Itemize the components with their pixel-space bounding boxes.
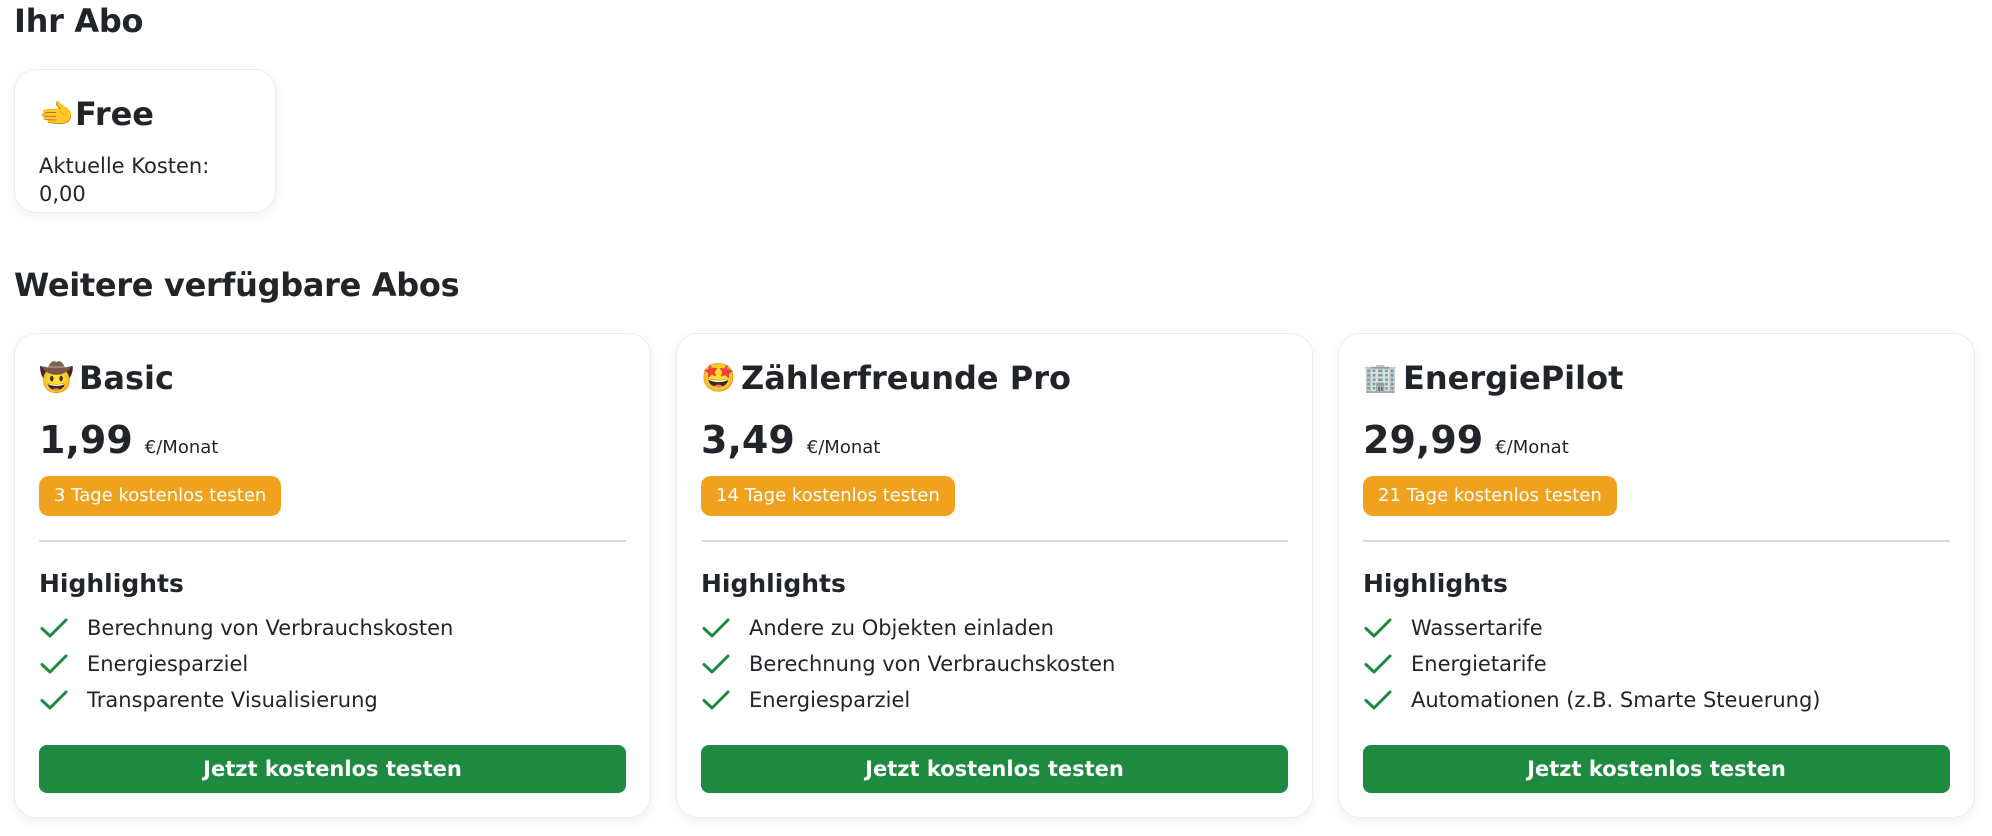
plan-card-energiepilot: 🏢 EnergiePilot 29,99 €/Monat 21 Tage kos… [1338, 333, 1975, 818]
plan-price: 1,99 [39, 418, 133, 462]
trial-badge: 21 Tage kostenlos testen [1363, 476, 1617, 516]
current-plan-card: 🫲 Free Aktuelle Kosten: 0,00 [14, 69, 276, 213]
plan-price: 3,49 [701, 418, 795, 462]
available-plans-heading: Weitere verfügbare Abos [14, 266, 460, 304]
feature-label: Wassertarife [1411, 616, 1543, 640]
feature-list: Berechnung von Verbrauchskosten Energies… [39, 610, 626, 718]
plan-card-pro: 🤩 Zählerfreunde Pro 3,49 €/Monat 14 Tage… [676, 333, 1313, 818]
plan-name-row: 🏢 EnergiePilot [1363, 358, 1950, 398]
price-row: 29,99 €/Monat [1363, 418, 1950, 462]
star-struck-emoji-icon: 🤩 [701, 361, 736, 394]
check-icon [1364, 618, 1392, 638]
check-icon [1364, 654, 1392, 674]
feature-item: Automationen (z.B. Smarte Steuerung) [1363, 682, 1950, 718]
feature-label: Transparente Visualisierung [87, 688, 378, 712]
hand-emoji-icon: 🫲 [39, 97, 74, 130]
feature-list: Andere zu Objekten einladen Berechnung v… [701, 610, 1288, 718]
try-free-button[interactable]: Jetzt kostenlos testen [1363, 745, 1950, 793]
current-plan-name: Free [75, 95, 154, 133]
check-icon [1364, 690, 1392, 710]
feature-item: Energiesparziel [701, 682, 1288, 718]
feature-label: Energietarife [1411, 652, 1547, 676]
try-free-button[interactable]: Jetzt kostenlos testen [39, 745, 626, 793]
feature-label: Energiesparziel [87, 652, 249, 676]
divider [39, 540, 626, 542]
cowboy-emoji-icon: 🤠 [39, 361, 74, 394]
plan-name-row: 🤠 Basic [39, 358, 626, 398]
highlights-heading: Highlights [701, 569, 846, 598]
feature-item: Energiesparziel [39, 646, 626, 682]
feature-item: Berechnung von Verbrauchskosten [701, 646, 1288, 682]
current-cost-text: Aktuelle Kosten: 0,00 [39, 154, 210, 206]
feature-label: Automationen (z.B. Smarte Steuerung) [1411, 688, 1821, 712]
highlights-heading: Highlights [1363, 569, 1508, 598]
feature-item: Energietarife [1363, 646, 1950, 682]
feature-item: Andere zu Objekten einladen [701, 610, 1288, 646]
feature-item: Wassertarife [1363, 610, 1950, 646]
feature-item: Transparente Visualisierung [39, 682, 626, 718]
divider [701, 540, 1288, 542]
plan-name: Zählerfreunde Pro [741, 359, 1071, 397]
divider [1363, 540, 1950, 542]
check-icon [702, 690, 730, 710]
current-plan-name-row: 🫲 Free [39, 94, 251, 134]
check-icon [40, 654, 68, 674]
try-free-button[interactable]: Jetzt kostenlos testen [701, 745, 1288, 793]
plan-name-row: 🤩 Zählerfreunde Pro [701, 358, 1288, 398]
plan-name: Basic [79, 359, 174, 397]
current-subscription-heading: Ihr Abo [14, 2, 144, 40]
trial-badge: 14 Tage kostenlos testen [701, 476, 955, 516]
price-unit: €/Monat [806, 437, 881, 458]
check-icon [40, 690, 68, 710]
feature-label: Andere zu Objekten einladen [749, 616, 1054, 640]
price-unit: €/Monat [1495, 437, 1569, 458]
check-icon [702, 654, 730, 674]
feature-label: Berechnung von Verbrauchskosten [87, 616, 454, 640]
highlights-heading: Highlights [39, 569, 184, 598]
feature-label: Berechnung von Verbrauchskosten [749, 652, 1116, 676]
feature-list: Wassertarife Energietarife Automationen … [1363, 610, 1950, 718]
check-icon [702, 618, 730, 638]
plan-price: 29,99 [1363, 418, 1484, 462]
feature-label: Energiesparziel [749, 688, 911, 712]
office-building-emoji-icon: 🏢 [1363, 361, 1398, 394]
plan-name: EnergiePilot [1403, 359, 1624, 397]
price-row: 1,99 €/Monat [39, 418, 626, 462]
plan-card-basic: 🤠 Basic 1,99 €/Monat 3 Tage kostenlos te… [14, 333, 651, 818]
price-row: 3,49 €/Monat [701, 418, 1288, 462]
check-icon [40, 618, 68, 638]
trial-badge: 3 Tage kostenlos testen [39, 476, 282, 516]
price-unit: €/Monat [144, 437, 219, 458]
feature-item: Berechnung von Verbrauchskosten [39, 610, 626, 646]
